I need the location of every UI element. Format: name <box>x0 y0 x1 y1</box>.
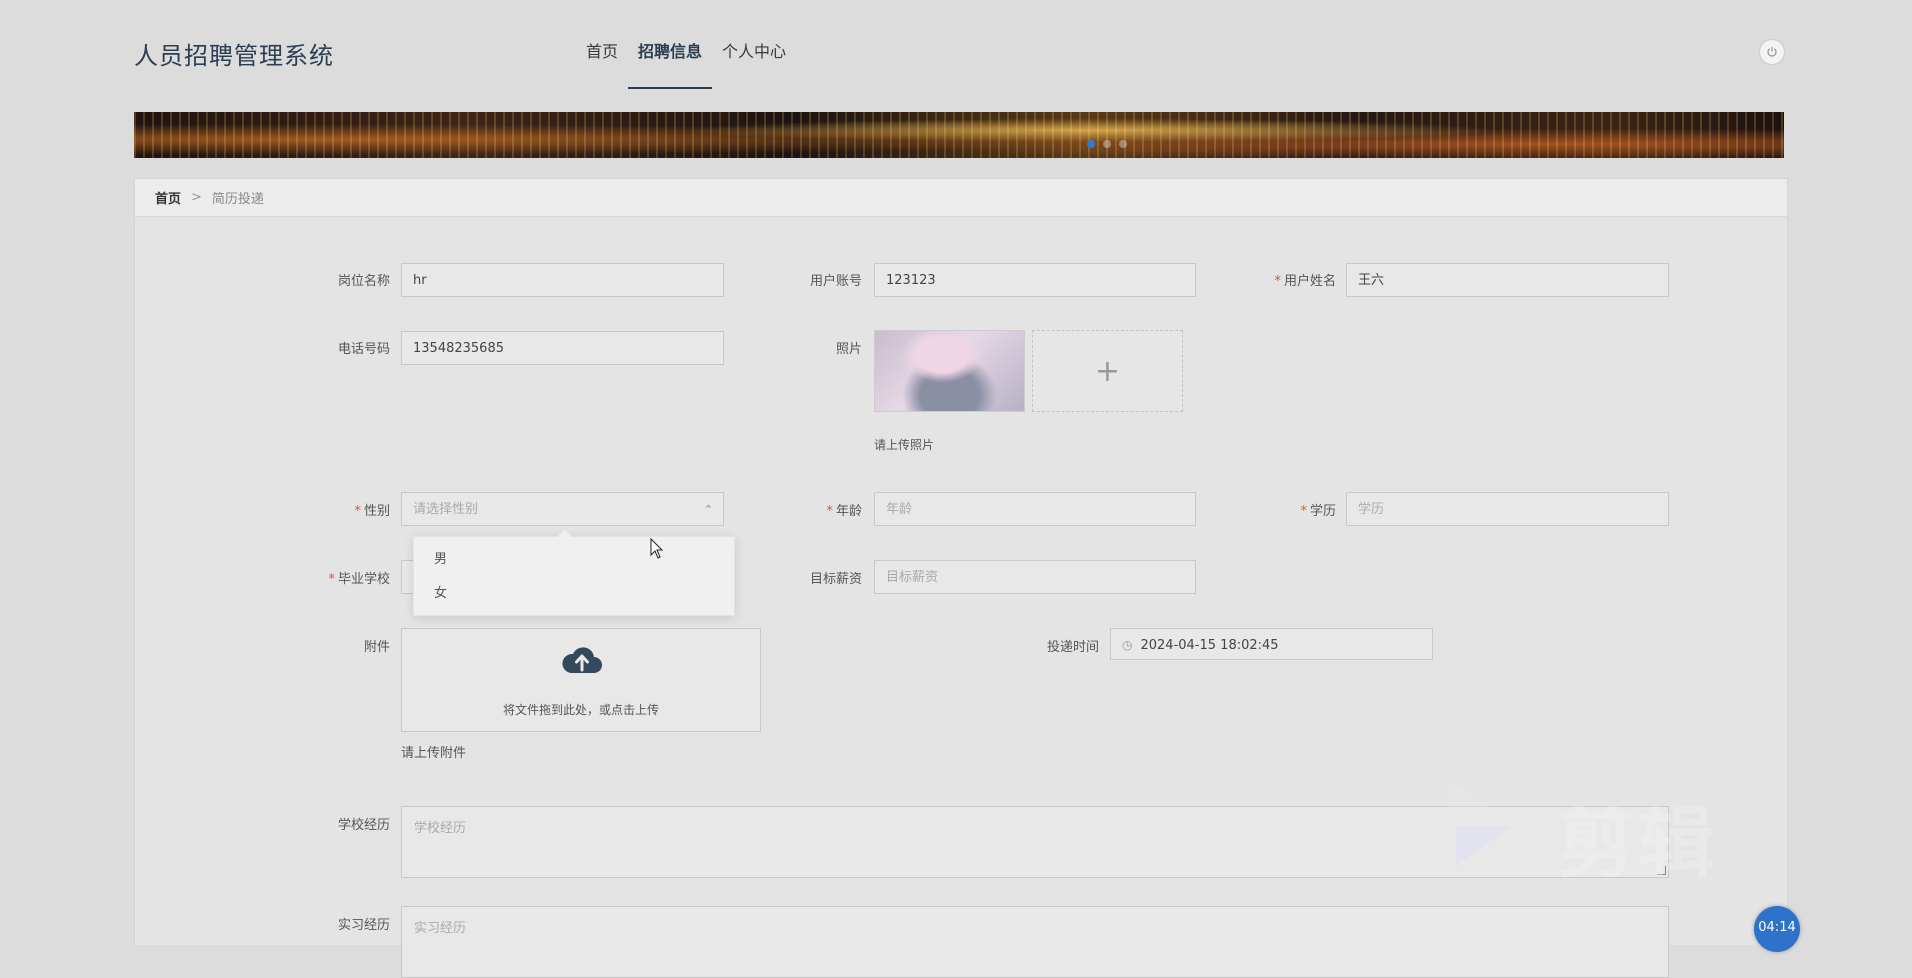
attachment-upload-dropzone[interactable]: 将文件拖到此处，或点击上传 <box>401 628 761 732</box>
account-label: 用户账号 <box>809 274 862 289</box>
phone-number-input[interactable]: 13548235685 <box>401 331 724 365</box>
logout-button[interactable] <box>1760 40 1784 64</box>
salary-label: 目标薪资 <box>809 572 862 587</box>
intern-experience-textarea[interactable]: 实习经历 <box>401 906 1669 978</box>
gender-option-female[interactable]: 女 <box>414 577 734 611</box>
photo-upload-button[interactable]: + <box>1032 330 1183 412</box>
system-logo-title: 人员招聘管理系统 <box>134 42 334 70</box>
gender-select-placeholder: 请选择性别 <box>413 502 479 517</box>
resize-grip-icon[interactable] <box>1657 866 1666 875</box>
uploaded-photo-thumbnail[interactable] <box>874 330 1025 412</box>
age-label: * 年龄 <box>826 504 862 519</box>
breadcrumb-separator: > <box>191 190 202 205</box>
required-mark: * <box>1274 274 1281 289</box>
submit-time-value: 2024-04-15 18:02:45 <box>1140 638 1279 653</box>
school-experience-placeholder: 学校经历 <box>414 821 467 836</box>
breadcrumb-home[interactable]: 首页 <box>155 188 181 207</box>
nav-personal-center[interactable]: 个人中心 <box>712 0 796 90</box>
user-realname-input[interactable]: 王六 <box>1346 263 1669 297</box>
chevron-up-icon: ⌃ <box>703 503 713 516</box>
attachment-hint: 请上传附件 <box>401 746 467 761</box>
school-label: * 毕业学校 <box>328 572 390 587</box>
education-label: * 学历 <box>1300 504 1336 519</box>
carousel-dot[interactable] <box>1087 140 1095 148</box>
gender-dropdown: 男 女 <box>413 536 735 616</box>
realname-label: * 用户姓名 <box>1274 274 1336 289</box>
carousel-dot[interactable] <box>1119 140 1127 148</box>
school-experience-textarea[interactable]: 学校经历 <box>401 806 1669 878</box>
education-input[interactable]: 学历 <box>1346 492 1669 526</box>
upload-instruction: 将文件拖到此处，或点击上传 <box>502 703 659 717</box>
gender-select[interactable]: 请选择性别 ⌃ <box>401 492 724 526</box>
photo-hint: 请上传照片 <box>874 438 935 452</box>
attachment-label: 附件 <box>363 640 390 655</box>
submit-time-label: 投递时间 <box>1046 640 1099 655</box>
main-nav: 首页 招聘信息 个人中心 <box>576 0 796 90</box>
breadcrumb-current: 简历投递 <box>211 192 264 207</box>
clock-icon: ◷ <box>1122 638 1133 652</box>
carousel-dot[interactable] <box>1103 140 1111 148</box>
intern-experience-label: 实习经历 <box>337 918 390 933</box>
city-banner-carousel <box>134 112 1784 158</box>
mouse-pointer-icon <box>650 538 664 559</box>
phone-label: 电话号码 <box>337 342 390 357</box>
power-icon <box>1767 47 1777 57</box>
age-input[interactable]: 年龄 <box>874 492 1196 526</box>
top-header: 人员招聘管理系统 首页 招聘信息 个人中心 <box>0 0 1912 112</box>
submit-time-picker[interactable]: ◷ 2024-04-15 18:02:45 <box>1110 628 1433 660</box>
cloud-upload-icon <box>562 647 602 673</box>
recording-timer: 04:14 <box>1754 906 1800 952</box>
intern-experience-placeholder: 实习经历 <box>414 921 467 936</box>
gender-option-male[interactable]: 男 <box>414 543 734 577</box>
target-salary-input[interactable]: 目标薪资 <box>874 560 1196 594</box>
nav-recruitment-info[interactable]: 招聘信息 <box>628 0 713 90</box>
breadcrumb: 首页 > 简历投递 <box>135 179 1787 217</box>
school-experience-label: 学校经历 <box>337 818 390 833</box>
gender-label: * 性别 <box>354 504 390 519</box>
position-label: 岗位名称 <box>337 274 390 289</box>
position-name-input[interactable]: hr <box>401 263 724 297</box>
photo-label: 照片 <box>835 342 862 357</box>
nav-home[interactable]: 首页 <box>576 0 628 90</box>
carousel-indicators <box>1087 140 1127 148</box>
user-account-input[interactable]: 123123 <box>874 263 1196 297</box>
